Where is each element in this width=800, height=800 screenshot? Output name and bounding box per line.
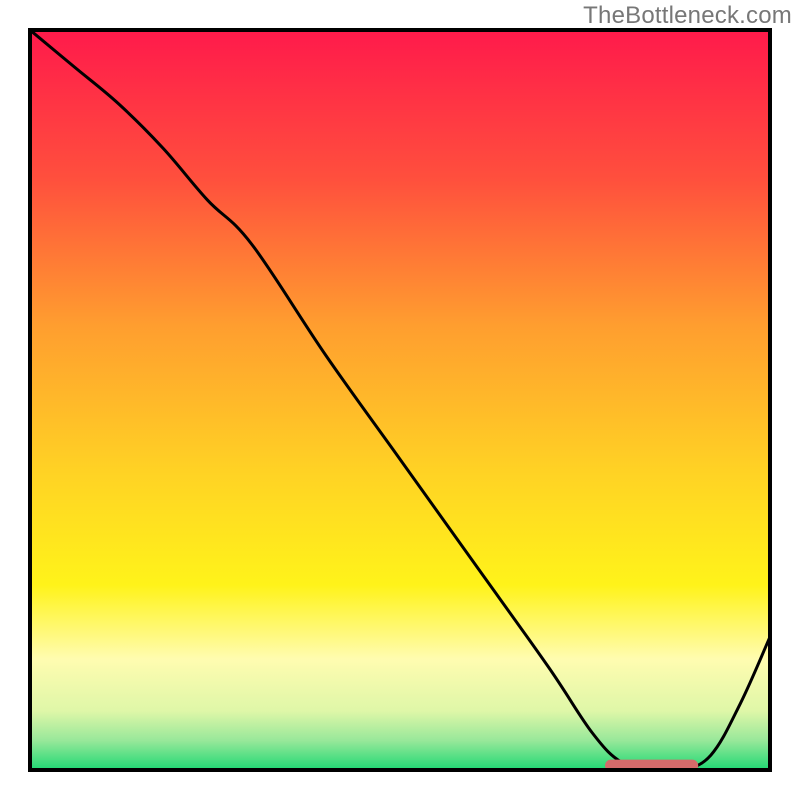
watermark-text: TheBottleneck.com	[583, 2, 792, 30]
chart-svg	[0, 0, 800, 800]
plot-background	[30, 30, 770, 770]
chart-container: TheBottleneck.com	[0, 0, 800, 800]
